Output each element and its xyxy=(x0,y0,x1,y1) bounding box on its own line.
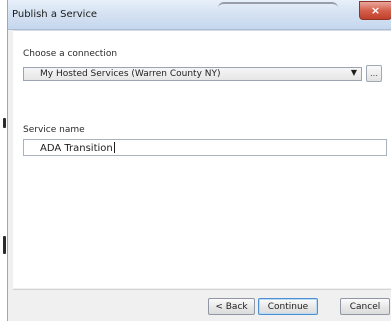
connection-dropdown[interactable]: My Hosted Services (Warren County NY) ▼ xyxy=(23,67,362,81)
connection-selected-value: My Hosted Services (Warren County NY) xyxy=(40,69,221,79)
continue-button[interactable]: Continue xyxy=(258,298,318,315)
chevron-down-icon: ▼ xyxy=(350,68,357,77)
background-strip xyxy=(0,0,7,321)
dialog-content: Choose a connection My Hosted Services (… xyxy=(13,30,391,288)
service-name-label: Service name xyxy=(23,125,85,135)
service-name-field[interactable]: ADA Transition xyxy=(23,139,387,156)
back-button[interactable]: < Back xyxy=(208,298,255,315)
publish-service-dialog: Publish a Service × Choose a connection … xyxy=(7,0,391,321)
footer-divider xyxy=(13,289,391,290)
connection-label: Choose a connection xyxy=(23,49,118,59)
service-name-value: ADA Transition xyxy=(40,142,115,154)
title-bar-decoration xyxy=(218,2,338,8)
close-icon: × xyxy=(370,4,381,17)
cancel-button[interactable]: Cancel xyxy=(340,298,390,315)
background-mark xyxy=(3,118,6,128)
close-button[interactable]: × xyxy=(359,1,391,20)
dialog-title: Publish a Service xyxy=(12,9,98,20)
connection-icon: … xyxy=(370,69,378,78)
connection-options-button[interactable]: … xyxy=(366,65,382,82)
title-bar: Publish a Service × xyxy=(8,0,391,30)
background-mark xyxy=(3,236,6,254)
text-caret xyxy=(113,142,115,153)
